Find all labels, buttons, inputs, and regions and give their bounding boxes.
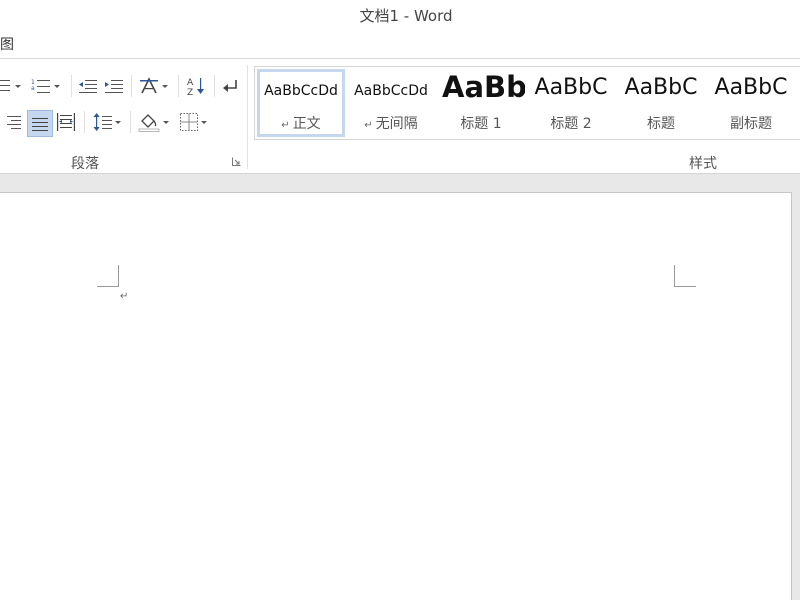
borders-icon xyxy=(179,113,198,131)
style-item-title[interactable]: AaBbC 标题 xyxy=(617,69,705,137)
style-item-heading-2[interactable]: AaBbC 标题 2 xyxy=(527,69,615,137)
word-window: 文档1 - Word 图 1 a A Z 段落 AaBbCcDd ↵ 正文 Aa… xyxy=(0,0,800,600)
style-item-no-spacing[interactable]: AaBbCcDd ↵ 无间隔 xyxy=(347,69,435,137)
styles-group-label: 样式 xyxy=(689,156,717,172)
paragraph-mark[interactable]: ↵ xyxy=(120,291,128,302)
align-right-button[interactable] xyxy=(2,110,24,134)
borders-button[interactable] xyxy=(174,110,212,134)
dialog-launcher-icon[interactable] xyxy=(232,157,241,166)
style-name: ↵ 无间隔 xyxy=(364,116,418,132)
margin-corner-top-right xyxy=(674,265,696,287)
style-item-heading-1[interactable]: AaBb 标题 1 xyxy=(437,69,525,137)
svg-text:a: a xyxy=(31,85,35,92)
chevron-down-icon xyxy=(161,84,168,88)
ribbon-tab-partial[interactable]: 图 xyxy=(0,34,14,54)
toolbar-separator xyxy=(130,111,131,133)
margin-corner-top-left xyxy=(97,265,119,287)
document-page[interactable]: ↵ xyxy=(0,192,792,600)
sort-az-icon: A Z xyxy=(187,78,204,96)
increase-indent-icon xyxy=(105,80,123,93)
style-name: ↵ 正文 xyxy=(281,116,321,132)
chevron-down-icon xyxy=(114,120,121,124)
line-spacing-button[interactable] xyxy=(88,110,124,134)
style-preview: AaBbC xyxy=(624,75,698,100)
paragraph-group-label: 段落 xyxy=(71,156,99,172)
numbering-button[interactable]: 1 a xyxy=(27,74,63,98)
increase-indent-button[interactable] xyxy=(102,74,126,98)
distributed-button[interactable] xyxy=(54,110,78,134)
bullets-button[interactable] xyxy=(0,74,22,98)
chevron-down-icon xyxy=(200,120,207,124)
bullet-list-icon xyxy=(0,80,10,91)
decrease-indent-icon xyxy=(79,80,97,93)
decrease-indent-button[interactable] xyxy=(76,74,100,98)
style-name: 标题 xyxy=(647,116,675,132)
paragraph-mark-icon xyxy=(223,80,237,92)
style-item-subtitle[interactable]: AaBbC 副标题 xyxy=(707,69,795,137)
shading-icon xyxy=(138,114,159,132)
window-title: 文档1 - Word xyxy=(359,7,453,25)
line-spacing-icon xyxy=(93,113,112,131)
sort-button[interactable]: A Z xyxy=(183,74,209,98)
justify-button[interactable] xyxy=(27,110,53,137)
title-bar: 文档1 - Word xyxy=(0,0,800,28)
chevron-down-icon xyxy=(14,84,21,88)
style-preview: AaBb xyxy=(442,70,525,104)
document-area: ↵ xyxy=(0,174,800,600)
svg-text:A: A xyxy=(187,78,194,88)
show-marks-button[interactable] xyxy=(218,74,242,98)
style-preview: AaBbCcDd xyxy=(354,83,428,99)
style-preview: AaBbCcDd xyxy=(264,83,338,99)
styles-gallery: AaBbCcDd ↵ 正文 AaBbCcDd ↵ 无间隔 AaBb 标题 1 AaB… xyxy=(254,66,800,140)
style-preview: AaBbC xyxy=(534,75,608,100)
toolbar-separator xyxy=(71,75,72,97)
style-name: 标题 2 xyxy=(550,116,592,132)
ribbon: 1 a A Z 段落 AaBbCcDd ↵ 正文 AaBbCcDd ↵ 无间隔 … xyxy=(0,59,800,173)
svg-text:Z: Z xyxy=(187,88,193,96)
asian-layout-icon xyxy=(139,77,158,94)
chevron-down-icon xyxy=(53,84,60,88)
distributed-icon xyxy=(57,113,75,131)
justify-icon xyxy=(32,117,48,131)
chevron-down-icon xyxy=(162,120,169,124)
group-divider xyxy=(247,65,248,169)
toolbar-separator xyxy=(84,111,85,133)
style-name: 标题 1 xyxy=(460,116,502,132)
numbered-list-icon: 1 a xyxy=(31,79,50,93)
toolbar-separator xyxy=(131,75,132,97)
toolbar-separator xyxy=(178,75,179,97)
style-name: 副标题 xyxy=(730,116,772,132)
style-preview: AaBbC xyxy=(714,75,788,100)
toolbar-separator xyxy=(214,75,215,97)
ribbon-tab-strip: 图 xyxy=(0,30,800,58)
align-right-icon xyxy=(7,116,21,129)
asian-layout-button[interactable] xyxy=(136,74,170,98)
style-item-normal[interactable]: AaBbCcDd ↵ 正文 xyxy=(257,69,345,137)
shading-button[interactable] xyxy=(134,110,172,134)
